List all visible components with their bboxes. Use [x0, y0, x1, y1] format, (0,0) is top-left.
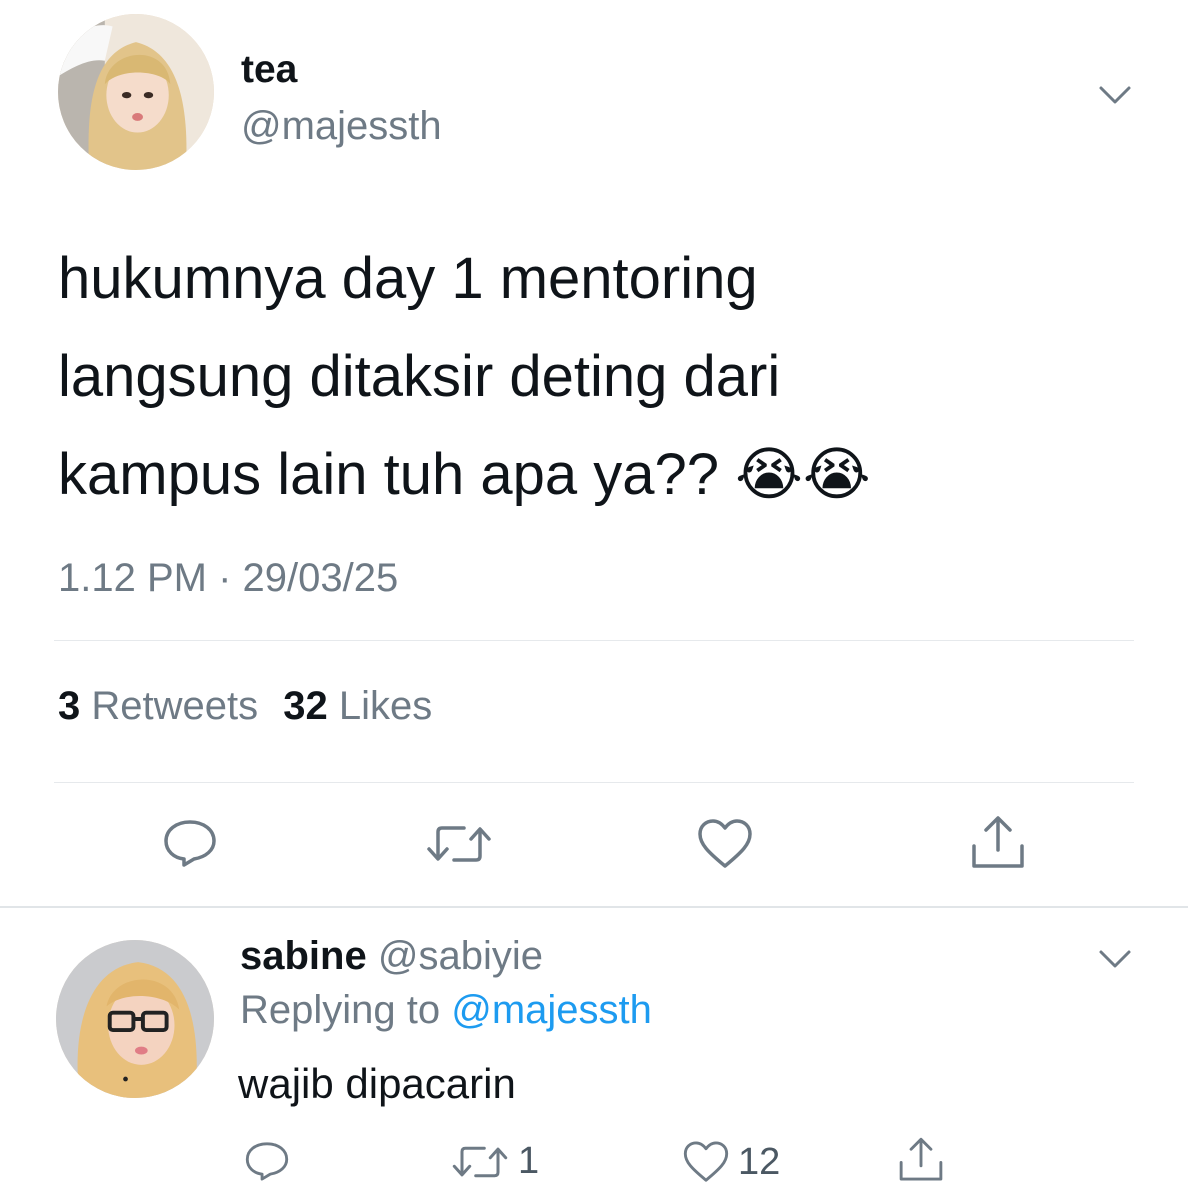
retweet-icon: [452, 1146, 508, 1177]
share-icon: [972, 816, 1024, 868]
reply-author-avatar[interactable]: [56, 940, 214, 1098]
author-display-name[interactable]: tea: [241, 48, 297, 92]
reply-header: sabine @sabiyie: [240, 934, 543, 979]
replying-to-handle[interactable]: @majessth: [451, 988, 652, 1032]
tweet-menu-button[interactable]: [1098, 84, 1132, 106]
author-handle[interactable]: @majessth: [241, 104, 442, 149]
author-avatar[interactable]: [58, 14, 214, 170]
tweet-text-line: hukumnya day 1 mentoring: [58, 246, 758, 311]
reply-handle[interactable]: @sabiyie: [378, 934, 543, 978]
chevron-down-icon: [1099, 86, 1131, 104]
reply-like-button[interactable]: 12: [682, 1140, 780, 1184]
divider: [54, 782, 1134, 783]
chevron-down-icon: [1099, 950, 1131, 968]
retweets-stat[interactable]: 3 Retweets: [58, 684, 269, 728]
likes-stat[interactable]: 32 Likes: [283, 684, 432, 728]
likes-count: 32: [283, 684, 328, 728]
reply-retweet-button[interactable]: 1: [450, 1140, 539, 1183]
reply-bubble-icon: [164, 820, 216, 867]
author-avatar-image: [58, 14, 214, 170]
tweet-text-line: langsung ditaksir deting dari: [58, 344, 781, 409]
like-button[interactable]: [696, 818, 754, 870]
retweet-icon: [427, 826, 491, 862]
reply-retweet-count: 1: [518, 1140, 540, 1182]
reply-text: wajib dipacarin: [238, 1060, 516, 1107]
heart-icon: [683, 1141, 729, 1182]
reply-share-button[interactable]: [896, 1136, 946, 1184]
share-icon: [899, 1137, 943, 1181]
replying-to-prefix: Replying to: [240, 988, 441, 1032]
section-divider: [0, 906, 1188, 908]
reply-bubble-icon: [245, 1142, 289, 1181]
tweet-stats: 3 Retweets 32 Likes: [58, 684, 432, 729]
tweet-text: hukumnya day 1 mentoring langsung ditaks…: [58, 230, 871, 524]
tweet-text-line: kampus lain tuh apa ya?? 😭😭: [58, 442, 871, 507]
retweets-label: Retweets: [91, 684, 259, 728]
share-button[interactable]: [968, 814, 1028, 872]
reply-button[interactable]: [162, 818, 218, 868]
reply-menu-button[interactable]: [1098, 948, 1132, 970]
tweet-timestamp[interactable]: 1.12 PM · 29/03/25: [58, 556, 398, 601]
retweet-button[interactable]: [424, 822, 494, 866]
replying-to: Replying to @majessth: [240, 988, 652, 1033]
reply-like-count: 12: [738, 1140, 781, 1183]
heart-icon: [698, 819, 752, 868]
reply-author-avatar-image: [56, 940, 214, 1098]
reply-display-name[interactable]: sabine: [240, 934, 367, 978]
likes-label: Likes: [338, 684, 433, 728]
reply-reply-button[interactable]: [244, 1140, 298, 1182]
retweets-count: 3: [58, 684, 81, 728]
divider: [54, 640, 1134, 641]
